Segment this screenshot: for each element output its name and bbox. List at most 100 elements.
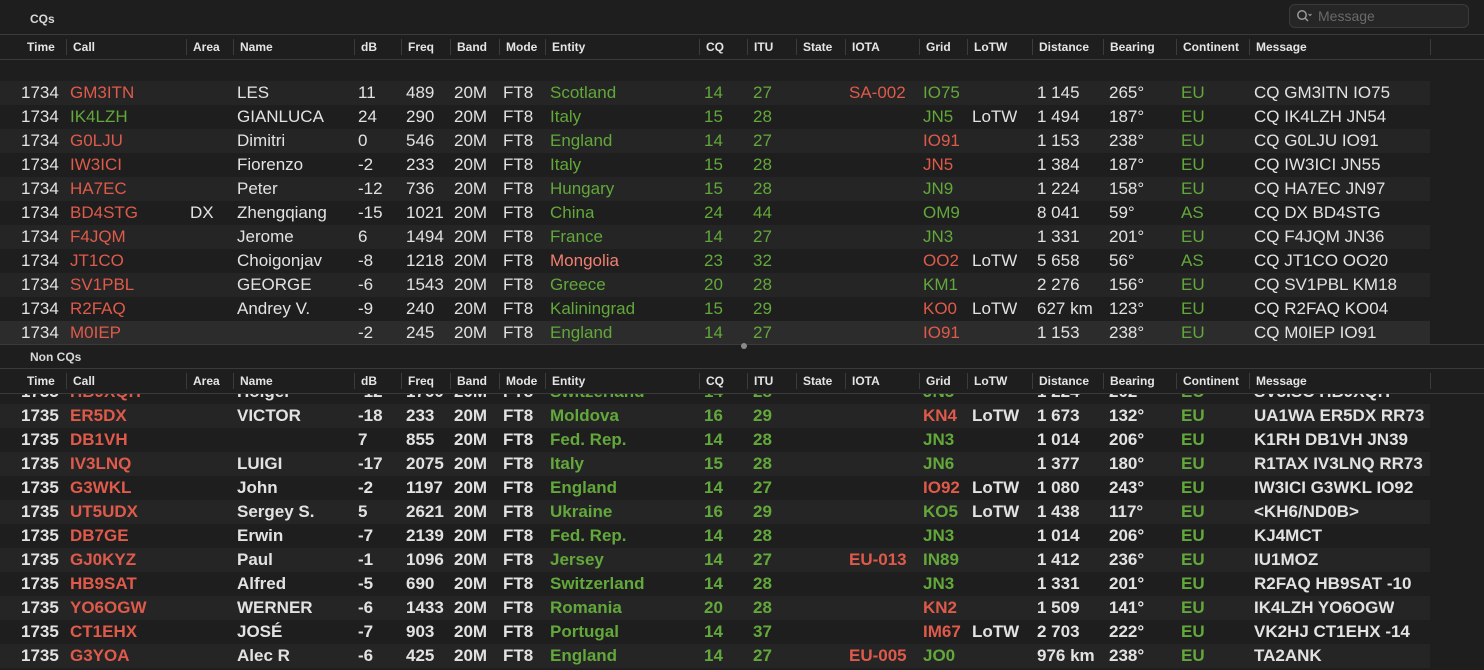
cq-col-message[interactable]: Message [1251, 35, 1307, 59]
column-separator[interactable] [186, 373, 187, 389]
cq-col-mode[interactable]: Mode [501, 35, 537, 59]
cq-col-distance[interactable]: Distance [1034, 35, 1089, 59]
table-row[interactable]: 1735 CT1EHX JOSÉ -7 903 20M FT8 Portugal 14 37 IM6… [0, 620, 1430, 644]
table-row[interactable]: 1734 HA7EC Peter -12 736 20M FT8 Hungary 15 28 JN9… [0, 177, 1430, 201]
table-row[interactable]: 1735 HB9SAT Alfred -5 690 20M FT8 Switzerland 14… [0, 572, 1430, 596]
cq-col-grid[interactable]: Grid [921, 35, 951, 59]
table-row[interactable]: 1735 HB9XQH Holger -12 1760 20M FT8 Switzerland… [0, 394, 1430, 404]
column-separator[interactable] [1430, 39, 1431, 55]
cq-col-bearing[interactable]: Bearing [1105, 35, 1155, 59]
column-separator[interactable] [845, 373, 846, 389]
cq-col-area[interactable]: Area [188, 35, 220, 59]
noncq-col-band[interactable]: Band [452, 369, 487, 393]
noncq-col-cq[interactable]: CQ [701, 369, 724, 393]
table-row[interactable]: 1735 UT5UDX Sergey S. 5 2621 20M FT8 Ukraine 16 2… [0, 500, 1430, 524]
column-separator[interactable] [967, 373, 968, 389]
table-row[interactable]: 1735 DB1VH 7 855 20M FT8 Fed. Rep. 14 28 JN3 1 014… [0, 428, 1430, 452]
table-row[interactable]: 1735 IV3LNQ LUIGI -17 2075 20M FT8 Italy 15 28 JN6… [0, 452, 1430, 476]
column-separator[interactable] [845, 39, 846, 55]
column-separator[interactable] [401, 373, 402, 389]
cq-table[interactable]: 1734 GM3ITN LES 11 489 20M FT8 Scotland 14 27 SA-0… [0, 60, 1484, 344]
noncq-col-lotw[interactable]: LoTW [969, 369, 1007, 393]
cq-col-time[interactable]: Time [22, 35, 55, 59]
noncq-table[interactable]: 1735 HB9XQH Holger -12 1760 20M FT8 Switzerland… [0, 394, 1484, 670]
table-row[interactable]: 1734 IW3ICI Fiorenzo -2 233 20M FT8 Italy 15 28 JN… [0, 153, 1430, 177]
table-row[interactable]: 1734 SV1PBL GEORGE -6 1543 20M FT8 Greece 20 28 KM… [0, 273, 1430, 297]
column-separator[interactable] [1032, 373, 1033, 389]
noncq-col-iota[interactable]: IOTA [847, 369, 880, 393]
noncq-col-call[interactable]: Call [68, 369, 95, 393]
table-row[interactable]: 1734 G0LJU Dimitri 0 546 20M FT8 England 14 27 IO9… [0, 129, 1430, 153]
table-row[interactable]: 1734 M0IEP -2 245 20M FT8 England 14 27 IO91 1 153… [0, 321, 1430, 344]
message-search[interactable] [1289, 4, 1469, 28]
column-separator[interactable] [1103, 373, 1104, 389]
column-separator[interactable] [1032, 39, 1033, 55]
cq-col-name[interactable]: Name [235, 35, 273, 59]
column-separator[interactable] [186, 39, 187, 55]
table-row[interactable]: 1734 R2FAQ Andrey V. -9 240 20M FT8 Kaliningrad… [0, 297, 1430, 321]
column-separator[interactable] [499, 373, 500, 389]
noncq-col-state[interactable]: State [798, 369, 832, 393]
cq-col-cq[interactable]: CQ [701, 35, 724, 59]
table-row[interactable]: 1735 G3WKL John -2 1197 20M FT8 England 14 27 IO92… [0, 476, 1430, 500]
noncq-col-area[interactable]: Area [188, 369, 220, 393]
noncq-col-mode[interactable]: Mode [501, 369, 537, 393]
table-row[interactable]: 1735 G3YOA Alec R -6 425 20M FT8 England 14 27 EU-… [0, 644, 1430, 668]
noncq-col-time[interactable]: Time [22, 369, 55, 393]
column-separator[interactable] [1249, 39, 1250, 55]
column-separator[interactable] [354, 39, 355, 55]
noncq-col-bearing[interactable]: Bearing [1105, 369, 1155, 393]
column-separator[interactable] [499, 39, 500, 55]
column-separator[interactable] [545, 373, 546, 389]
column-separator[interactable] [919, 39, 920, 55]
column-separator[interactable] [233, 39, 234, 55]
column-separator[interactable] [796, 373, 797, 389]
cq-col-call[interactable]: Call [68, 35, 95, 59]
table-row[interactable]: 1734 IK4LZH GIANLUCA 24 290 20M FT8 Italy 15 28 JN… [0, 105, 1430, 129]
noncq-col-message[interactable]: Message [1251, 369, 1307, 393]
cq-col-state[interactable]: State [798, 35, 832, 59]
column-separator[interactable] [401, 39, 402, 55]
table-row[interactable]: 1735 ER5DX VICTOR -18 233 20M FT8 Moldova 16 29 KN… [0, 404, 1430, 428]
column-separator[interactable] [919, 373, 920, 389]
noncq-col-itu[interactable]: ITU [749, 369, 773, 393]
cq-col-db[interactable]: dB [356, 35, 377, 59]
column-separator[interactable] [450, 373, 451, 389]
search-input[interactable] [1316, 7, 1460, 25]
column-separator[interactable] [66, 39, 67, 55]
noncq-col-name[interactable]: Name [235, 369, 273, 393]
table-row[interactable]: 1735 YO6OGW WERNER -6 1433 20M FT8 Romania 20 28 K… [0, 596, 1430, 620]
noncq-col-distance[interactable]: Distance [1034, 369, 1089, 393]
cq-col-iota[interactable]: IOTA [847, 35, 880, 59]
column-separator[interactable] [450, 39, 451, 55]
column-separator[interactable] [796, 39, 797, 55]
column-separator[interactable] [66, 373, 67, 389]
table-row[interactable]: 1734 JT1CO Choigonjav -8 1218 20M FT8 Mongolia 2… [0, 249, 1430, 273]
table-row[interactable]: 1734 F4JQM Jerome 6 1494 20M FT8 France 14 27 JN3 1… [0, 225, 1430, 249]
table-row[interactable]: 1734 GM3ITN LES 11 489 20M FT8 Scotland 14 27 SA-0… [0, 81, 1430, 105]
table-row[interactable]: 1734 BD4STG DX Zhengqiang -15 1021 20M FT8 China… [0, 201, 1430, 225]
column-separator[interactable] [967, 39, 968, 55]
column-separator[interactable] [1176, 373, 1177, 389]
table-row[interactable]: 1735 DB7GE Erwin -7 2139 20M FT8 Fed. Rep. 14 28 J… [0, 524, 1430, 548]
column-separator[interactable] [699, 373, 700, 389]
column-separator[interactable] [1249, 373, 1250, 389]
table-row[interactable] [0, 60, 1430, 81]
column-separator[interactable] [1176, 39, 1177, 55]
column-separator[interactable] [1430, 373, 1431, 389]
column-separator[interactable] [747, 39, 748, 55]
cq-col-freq[interactable]: Freq [403, 35, 434, 59]
cq-col-itu[interactable]: ITU [749, 35, 773, 59]
column-separator[interactable] [233, 373, 234, 389]
noncq-col-continent[interactable]: Continent [1178, 369, 1239, 393]
noncq-col-freq[interactable]: Freq [403, 369, 434, 393]
table-row[interactable]: 1735 GJ0KYZ Paul -1 1096 20M FT8 Jersey 14 27 EU-0… [0, 548, 1430, 572]
column-separator[interactable] [699, 39, 700, 55]
column-separator[interactable] [1103, 39, 1104, 55]
cq-col-entity[interactable]: Entity [547, 35, 585, 59]
noncq-col-db[interactable]: dB [356, 369, 377, 393]
cq-col-continent[interactable]: Continent [1178, 35, 1239, 59]
cq-col-band[interactable]: Band [452, 35, 487, 59]
noncq-col-grid[interactable]: Grid [921, 369, 951, 393]
column-separator[interactable] [545, 39, 546, 55]
